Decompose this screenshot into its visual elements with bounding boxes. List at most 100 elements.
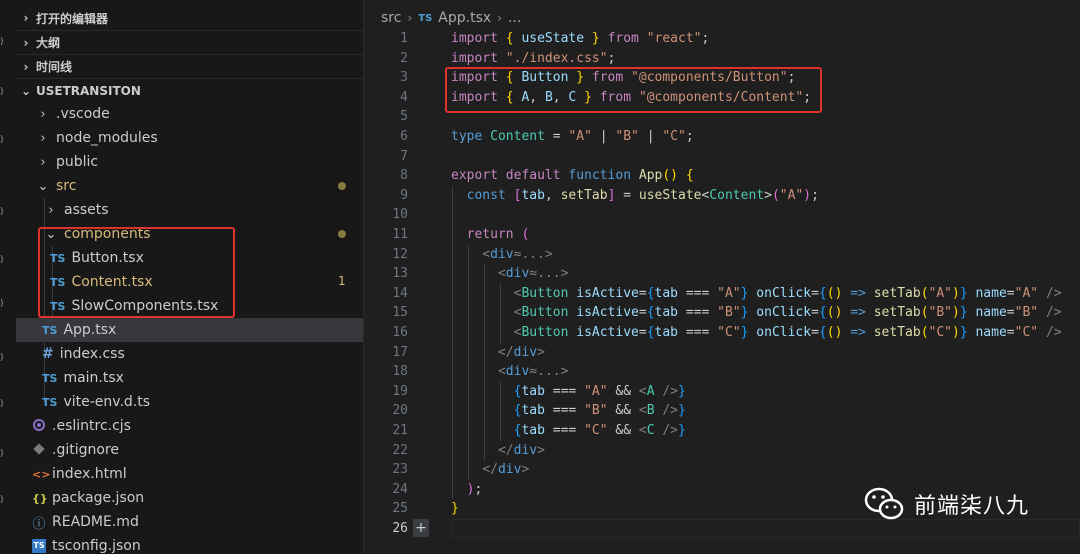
chevron-right-icon: ›: [407, 11, 413, 25]
tree-item-assets[interactable]: › assets: [16, 198, 363, 222]
add-comment-button[interactable]: +: [413, 519, 429, 537]
chevron-right-icon: ›: [40, 154, 46, 170]
line-number: 23: [392, 462, 408, 478]
line-number: 16: [392, 325, 408, 340]
code-line: <Button isActive={tab === "C"} onClick={…: [513, 325, 1062, 340]
tree-item-components[interactable]: ⌄ components: [16, 222, 363, 246]
tree-item-slowcomponents-tsx[interactable]: TS SlowComponents.tsx: [16, 294, 363, 318]
line-number: 22: [392, 442, 408, 458]
tree-item-label: .gitignore: [52, 442, 119, 458]
tree-item-package-json[interactable]: {} package.json: [16, 486, 363, 510]
tree-item-label: src: [56, 178, 77, 194]
css-hash-icon: #: [42, 346, 54, 362]
tree-item-label: vite-env.d.ts: [63, 394, 151, 410]
line-number: 10: [392, 207, 408, 223]
tree-item-node-modules[interactable]: › node_modules: [16, 126, 363, 150]
watermark-text: 前端柒八九: [914, 494, 1030, 519]
tree-item-content-tsx[interactable]: TS Content.tsx 1: [16, 270, 363, 294]
tree-item-index-html[interactable]: <> index.html: [16, 462, 363, 486]
line-number: 3: [400, 70, 408, 86]
code-line: }: [451, 501, 459, 517]
section-title: USETRANSITON: [36, 83, 141, 98]
git-icon: [32, 442, 46, 458]
tree-item-label: package.json: [52, 490, 145, 506]
code-line: <div≈...>: [497, 364, 569, 380]
code-line: export default function App() {: [451, 168, 694, 184]
ts-file-icon: TS: [50, 299, 66, 313]
tree-item-eslintrc[interactable]: .eslintrc.cjs: [16, 414, 363, 438]
tree-item-app-tsx[interactable]: TS App.tsx: [16, 318, 363, 342]
section-title: 打开的编辑器: [36, 11, 109, 26]
code-line: {tab === "B" && <B />}: [513, 403, 686, 419]
chevron-right-icon: ›: [23, 59, 29, 74]
tree-item-label: tsconfig.json: [52, 538, 141, 554]
tree-item-tsconfig[interactable]: TS tsconfig.json: [16, 534, 363, 554]
tree-item-label: SlowComponents.tsx: [71, 298, 219, 314]
line-number: 11: [392, 227, 408, 242]
code-line: return (: [466, 227, 530, 242]
code-line: <Button isActive={tab === "B"} onClick={…: [513, 305, 1062, 321]
problem-count-badge: 1: [338, 274, 346, 288]
ts-file-icon: TS: [50, 275, 66, 289]
code-line: const [tab, setTab] = useState<Content>(…: [466, 187, 819, 203]
line-number: 1: [400, 31, 408, 46]
tree-item-index-css[interactable]: # index.css: [16, 342, 363, 366]
section-title: 时间线: [36, 60, 73, 74]
activity-mark: ): [0, 449, 4, 459]
info-icon: ⓘ: [32, 516, 46, 532]
ts-file-icon: TS: [418, 12, 433, 24]
ts-file-icon: TS: [42, 395, 58, 409]
line-number: 24: [392, 481, 408, 497]
line-number: 19: [392, 383, 408, 399]
code-line: import "./index.css";: [451, 50, 616, 66]
tree-item-label: components: [64, 226, 151, 242]
tree-item-label: index.html: [52, 466, 127, 482]
tree-item-vite-env[interactable]: TS vite-env.d.ts: [16, 390, 363, 414]
code-line: {tab === "C" && <C />}: [513, 423, 686, 438]
tsconfig-icon: TS: [32, 539, 46, 553]
tree-item-main-tsx[interactable]: TS main.tsx: [16, 366, 363, 390]
chevron-right-icon: ›: [497, 11, 502, 25]
tree-item-readme[interactable]: ⓘ README.md: [16, 510, 363, 534]
chevron-right-icon: ›: [40, 106, 46, 122]
code-line: type Content = "A" | "B" | "C";: [451, 129, 694, 144]
breadcrumb-file[interactable]: App.tsx: [438, 10, 491, 26]
ts-file-icon: TS: [50, 251, 66, 265]
section-project[interactable]: ⌄ USETRANSITON: [16, 78, 363, 102]
ts-file-icon: TS: [42, 371, 58, 385]
code-line: </div>: [497, 344, 545, 360]
tree-item-label: .vscode: [56, 106, 110, 122]
line-number: 8: [400, 168, 408, 184]
chevron-right-icon: ›: [40, 130, 46, 146]
ts-file-icon: TS: [42, 323, 58, 337]
tree-item-label: node_modules: [56, 130, 158, 146]
tree-item-label: assets: [64, 202, 109, 218]
line-number: 4: [400, 89, 408, 105]
code-editor[interactable]: 1 2 3 4 5 6 7 8 9 10 11 12 13 14 15 16 1…: [365, 29, 1080, 554]
breadcrumb-folder[interactable]: src: [381, 10, 401, 26]
line-number: 17: [392, 344, 408, 360]
section-title: 大纲: [36, 36, 61, 50]
code-line: </div>: [482, 462, 530, 478]
tree-item-gitignore[interactable]: .gitignore: [16, 438, 363, 462]
breadcrumb-symbols[interactable]: ...: [508, 10, 521, 26]
wechat-icon: [864, 487, 904, 521]
tree-item-src[interactable]: ⌄ src: [16, 174, 363, 198]
section-open-editors[interactable]: › 打开的编辑器: [16, 6, 363, 30]
code-line: <Button isActive={tab === "A"} onClick={…: [513, 285, 1062, 301]
tree-item-label: .eslintrc.cjs: [52, 418, 131, 434]
line-number: 25: [392, 501, 408, 517]
code-line: {tab === "A" && <A />}: [513, 383, 686, 399]
line-number: 21: [392, 423, 408, 438]
activity-mark: ): [0, 353, 4, 363]
modified-dot: [338, 230, 346, 238]
activity-mark: ): [0, 37, 4, 47]
section-outline[interactable]: › 大纲: [16, 30, 363, 54]
tree-item-vscode[interactable]: › .vscode: [16, 102, 363, 126]
section-timeline[interactable]: › 时间线: [16, 54, 363, 78]
activity-mark: ): [0, 299, 4, 309]
tree-item-button-tsx[interactable]: TS Button.tsx: [16, 246, 363, 270]
html-icon: <>: [32, 467, 51, 481]
line-number: 9: [400, 187, 408, 203]
tree-item-public[interactable]: › public: [16, 150, 363, 174]
